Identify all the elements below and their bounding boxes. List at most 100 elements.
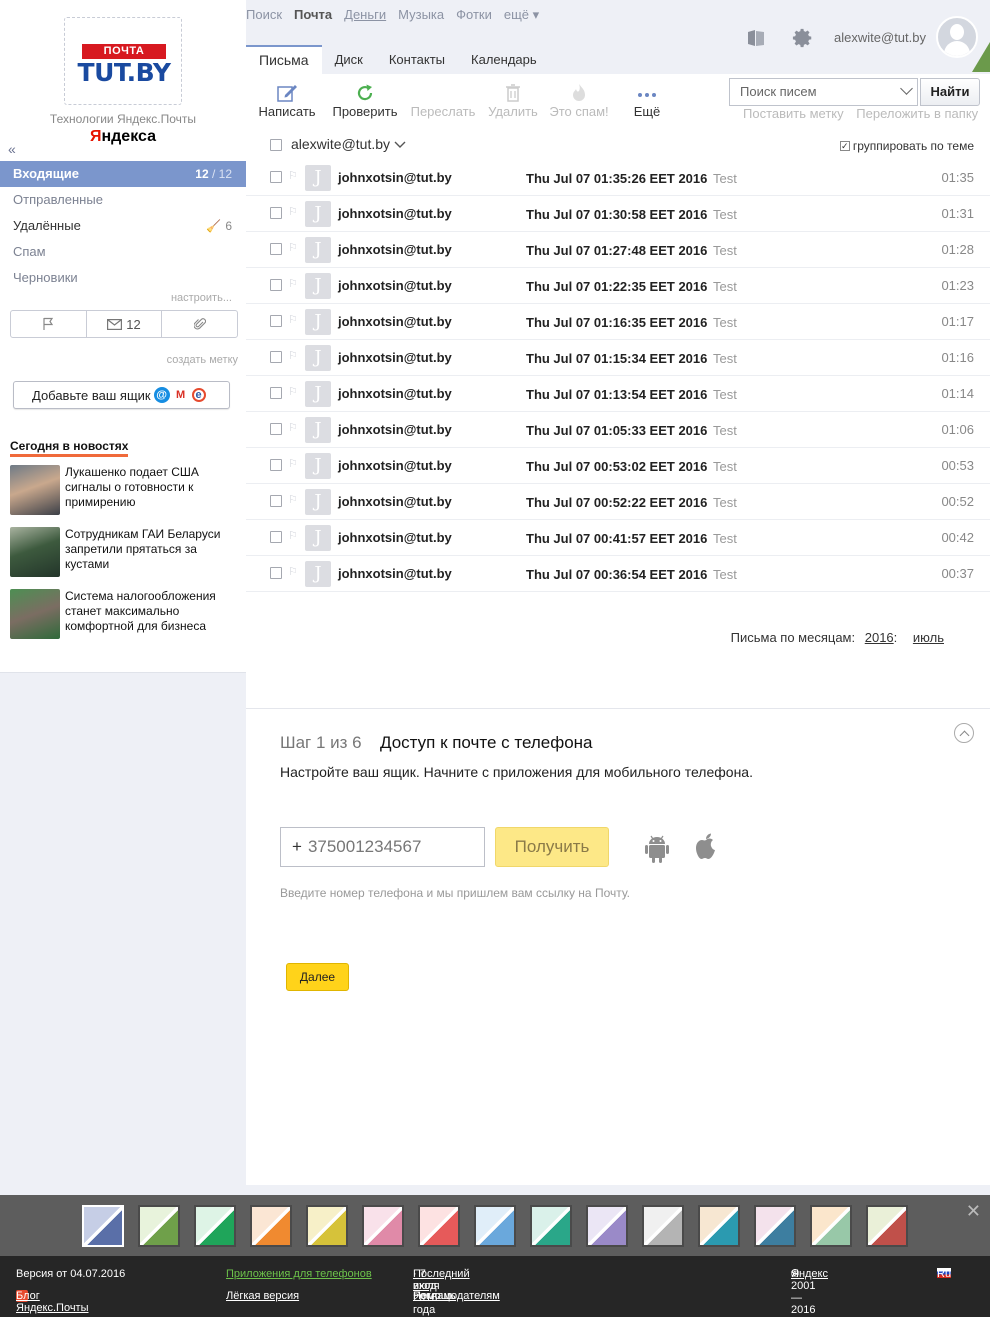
month-link[interactable]: июль [913, 630, 944, 645]
message-checkbox[interactable] [270, 315, 282, 327]
logo[interactable]: ПОЧТА TUT.BY [64, 17, 182, 105]
delete-button[interactable]: Удалить [478, 82, 548, 119]
theme-swatch[interactable] [306, 1205, 348, 1247]
lite-version-link[interactable]: Лёгкая версия [226, 1290, 299, 1302]
nav-photos[interactable]: Фотки [456, 7, 492, 23]
theme-swatch[interactable] [586, 1205, 628, 1247]
flag-icon[interactable]: ⚐ [288, 277, 298, 290]
nav-search[interactable]: Поиск [246, 7, 282, 23]
message-checkbox[interactable] [270, 243, 282, 255]
theme-swatch[interactable] [530, 1205, 572, 1247]
flag-icon[interactable]: ⚐ [288, 385, 298, 398]
create-label-link[interactable]: создать метку [167, 354, 238, 366]
gear-icon[interactable] [792, 27, 814, 49]
message-checkbox[interactable] [270, 459, 282, 471]
advertisers-link[interactable]: Рекламодателям [413, 1290, 500, 1302]
spam-button[interactable]: Это спам! [544, 82, 614, 119]
theme-swatch[interactable] [138, 1205, 180, 1247]
mobile-apps-link[interactable]: Приложения для телефонов [226, 1268, 372, 1280]
tab-disk[interactable]: Диск [322, 45, 376, 74]
yandex-logo[interactable]: Яндекса [0, 128, 246, 146]
theme-swatch[interactable] [250, 1205, 292, 1247]
message-checkbox[interactable] [270, 531, 282, 543]
nav-music[interactable]: Музыка [398, 7, 444, 23]
folder-sent[interactable]: Отправленные [0, 187, 246, 213]
theme-swatch[interactable] [866, 1205, 908, 1247]
more-button[interactable]: Ещё [612, 82, 682, 119]
theme-swatch[interactable] [82, 1205, 124, 1247]
group-checkbox[interactable]: ✓ [839, 141, 850, 151]
check-mail-button[interactable]: Проверить [330, 82, 400, 119]
theme-swatch[interactable] [754, 1205, 796, 1247]
message-row[interactable]: ⚐ Jjohnxotsin@tut.by Thu Jul 07 00:52:22 E… [246, 484, 990, 520]
close-icon[interactable]: ✕ [966, 1201, 981, 1222]
folder-inbox[interactable]: Входящие 12 / 12 [0, 161, 246, 187]
message-row[interactable]: ⚐ Jjohnxotsin@tut.by Thu Jul 07 01:16:35 E… [246, 304, 990, 340]
theme-swatch[interactable] [362, 1205, 404, 1247]
message-row[interactable]: ⚐ Jjohnxotsin@tut.by Thu Jul 07 01:15:34 E… [246, 340, 990, 376]
theme-swatch[interactable] [642, 1205, 684, 1247]
filter-flagged-button[interactable] [11, 311, 87, 337]
library-icon[interactable] [746, 28, 766, 48]
year-link[interactable]: 2016 [865, 630, 894, 645]
folder-trash[interactable]: Удалённые 🧹 6 [0, 213, 246, 239]
set-label-button[interactable]: Поставить метку [743, 106, 844, 121]
phone-input[interactable]: +375001234567 [280, 827, 485, 867]
message-row[interactable]: ⚐ Jjohnxotsin@tut.by Thu Jul 07 01:05:33 E… [246, 412, 990, 448]
news-item[interactable]: Система налогообложения станет максималь… [10, 589, 240, 639]
configure-folders-link[interactable]: настроить... [171, 292, 232, 304]
message-checkbox[interactable] [270, 567, 282, 579]
flag-icon[interactable]: ⚐ [288, 529, 298, 542]
news-item[interactable]: Сотрудникам ГАИ Беларуси запретили прята… [10, 527, 240, 577]
forward-button[interactable]: Переслать [408, 82, 478, 119]
tab-contacts[interactable]: Контакты [376, 45, 458, 74]
message-row[interactable]: ⚐ Jjohnxotsin@tut.by Thu Jul 07 01:27:48 E… [246, 232, 990, 268]
flag-icon[interactable]: ⚐ [288, 457, 298, 470]
account-selector[interactable]: alexwite@tut.by [291, 136, 406, 152]
news-item[interactable]: Лукашенко подает США сигналы о готовност… [10, 465, 240, 515]
broom-icon[interactable]: 🧹 [206, 219, 221, 233]
flag-icon[interactable]: ⚐ [288, 241, 298, 254]
android-icon[interactable] [644, 833, 670, 865]
message-checkbox[interactable] [270, 351, 282, 363]
theme-swatch[interactable] [474, 1205, 516, 1247]
flag-icon[interactable]: ⚐ [288, 205, 298, 218]
find-button[interactable]: Найти [920, 78, 980, 106]
move-to-folder-button[interactable]: Переложить в папку [856, 106, 978, 121]
next-button[interactable]: Далее [286, 963, 349, 991]
message-checkbox[interactable] [270, 207, 282, 219]
collapse-sidebar-icon[interactable]: « [8, 141, 16, 157]
theme-swatch[interactable] [418, 1205, 460, 1247]
news-title[interactable]: Сегодня в новостях [10, 439, 129, 457]
account-email[interactable]: alexwite@tut.by [834, 30, 926, 45]
collapse-panel-icon[interactable] [954, 723, 974, 743]
theme-swatch[interactable] [810, 1205, 852, 1247]
message-row[interactable]: ⚐ Jjohnxotsin@tut.by Thu Jul 07 00:41:57 E… [246, 520, 990, 556]
flag-icon[interactable]: ⚐ [288, 349, 298, 362]
theme-swatch[interactable] [194, 1205, 236, 1247]
message-checkbox[interactable] [270, 387, 282, 399]
nav-more[interactable]: ещё ▾ [504, 7, 539, 23]
flag-icon[interactable]: ⚐ [288, 565, 298, 578]
message-row[interactable]: ⚐ Jjohnxotsin@tut.by Thu Jul 07 00:36:54 E… [246, 556, 990, 592]
apple-icon[interactable] [693, 831, 719, 863]
flag-icon[interactable]: ⚐ [288, 169, 298, 182]
message-row[interactable]: ⚐ Jjohnxotsin@tut.by Thu Jul 07 01:22:35 E… [246, 268, 990, 304]
add-mailbox-button[interactable]: Добавьте ваш ящик @ M e [13, 381, 230, 409]
message-row[interactable]: ⚐ Jjohnxotsin@tut.by Thu Jul 07 01:13:54 E… [246, 376, 990, 412]
message-checkbox[interactable] [270, 171, 282, 183]
message-checkbox[interactable] [270, 423, 282, 435]
group-by-thread-toggle[interactable]: ✓ группировать по теме [839, 139, 974, 153]
select-all-checkbox[interactable] [270, 139, 282, 151]
filter-attachments-button[interactable] [162, 311, 237, 337]
tab-calendar[interactable]: Календарь [458, 45, 550, 74]
theme-corner-fold[interactable] [972, 42, 990, 72]
tab-letters[interactable]: Письма [246, 45, 322, 74]
message-row[interactable]: ⚐ Jjohnxotsin@tut.by Thu Jul 07 00:53:02 E… [246, 448, 990, 484]
get-link-button[interactable]: Получить [495, 827, 609, 867]
nav-mail[interactable]: Почта [294, 7, 332, 23]
folder-drafts[interactable]: Черновики [0, 265, 246, 291]
search-input[interactable]: Поиск писем [729, 78, 918, 106]
flag-icon[interactable]: ⚐ [288, 313, 298, 326]
message-row[interactable]: ⚐ Jjohnxotsin@tut.by Thu Jul 07 01:30:58 E… [246, 196, 990, 232]
